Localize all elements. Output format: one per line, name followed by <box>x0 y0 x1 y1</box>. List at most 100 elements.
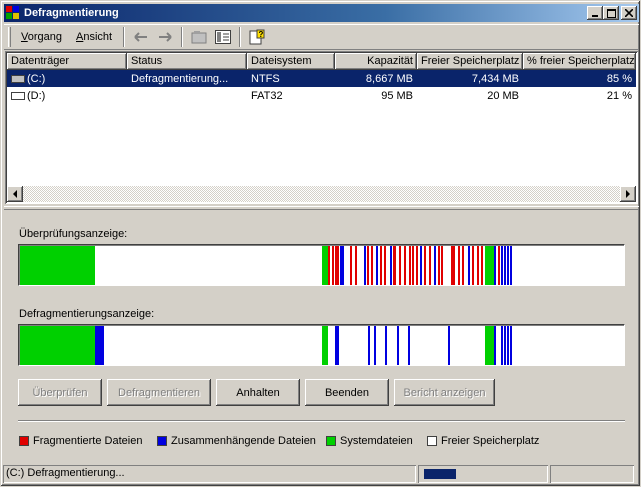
defrag-app-icon <box>6 6 20 20</box>
view-report-button[interactable]: Bericht anzeigen <box>394 379 495 406</box>
column-header-filesystem[interactable]: Dateisystem <box>247 53 335 70</box>
contiguous-cluster-block <box>504 326 506 365</box>
volume-filesystem: NTFS <box>251 72 280 85</box>
contiguous-cluster-block <box>385 326 387 365</box>
contiguous-cluster-block <box>434 246 436 285</box>
contiguous-cluster-block <box>494 246 496 285</box>
menu-toolbar: Vorgang Ansicht ? <box>4 24 639 50</box>
toolbar-grip[interactable] <box>8 27 11 47</box>
defragment-button[interactable]: Defragmentieren <box>107 379 211 406</box>
pane-splitter[interactable] <box>4 206 639 210</box>
fragmented-cluster-block <box>384 246 386 285</box>
legend-divider <box>18 420 625 422</box>
scroll-right-icon <box>626 190 630 198</box>
toolbar-separator <box>181 27 184 47</box>
contiguous-cluster-block <box>420 246 422 285</box>
contiguous-cluster-block <box>501 326 503 365</box>
system-cluster-block <box>485 326 494 365</box>
fragmented-cluster-block <box>441 246 443 285</box>
scrollbar-track[interactable] <box>23 186 620 202</box>
help-icon[interactable]: ? <box>247 27 267 47</box>
minimize-button[interactable] <box>587 6 603 20</box>
volume-percent-free: 85 % <box>606 72 632 85</box>
svg-text:?: ? <box>259 30 264 39</box>
column-header-free-space[interactable]: Freier Speicherplatz <box>417 53 523 70</box>
contiguous-cluster-block <box>468 246 470 285</box>
analysis-display-label: Überprüfungsanzeige: <box>19 228 128 240</box>
fragmented-cluster-block <box>451 246 455 285</box>
contiguous-cluster-block <box>95 326 104 365</box>
toolbar-separator <box>239 27 242 47</box>
defrag-display <box>18 324 625 366</box>
window-title: Defragmentierung <box>24 7 119 19</box>
volume-capacity: 95 MB <box>381 89 413 102</box>
contiguous-cluster-block <box>510 326 512 365</box>
fragmented-cluster-block <box>458 246 460 285</box>
defrag-window: Defragmentierung Vorgang Ansicht ? Daten… <box>0 0 641 487</box>
fragmented-cluster-block <box>337 246 339 285</box>
progress-fill <box>424 469 456 479</box>
stop-button[interactable]: Beenden <box>305 379 389 406</box>
fragmented-cluster-block <box>367 246 369 285</box>
legend-fragmented: Fragmentierte Dateien <box>19 435 142 447</box>
status-pane-empty <box>550 465 634 483</box>
back-arrow-icon[interactable] <box>131 27 151 47</box>
contiguous-cluster-block <box>507 246 509 285</box>
fragmented-cluster-block <box>328 246 330 285</box>
free-space-swatch <box>427 436 437 446</box>
drive-properties-icon[interactable] <box>189 27 209 47</box>
contiguous-cluster-block <box>408 326 410 365</box>
legend-free-space: Freier Speicherplatz <box>427 435 539 447</box>
table-row-d[interactable]: (D:) FAT32 95 MB 20 MB 21 % <box>7 87 636 104</box>
volume-capacity: 8,667 MB <box>365 72 413 85</box>
contiguous-cluster-block <box>397 326 399 365</box>
fragmented-cluster-block <box>481 246 483 285</box>
column-header-capacity[interactable]: Kapazität <box>335 53 417 70</box>
volume-status: Defragmentierung... <box>131 72 229 85</box>
system-cluster-block <box>322 326 328 365</box>
fragmented-cluster-block <box>416 246 418 285</box>
fragmented-cluster-block <box>380 246 382 285</box>
contiguous-swatch <box>157 436 167 446</box>
menu-vorgang[interactable]: Vorgang <box>14 29 69 45</box>
system-swatch <box>326 436 336 446</box>
column-header-percent-free[interactable]: % freier Speicherplatz <box>523 53 636 70</box>
fragmented-cluster-block <box>477 246 479 285</box>
column-header-status[interactable]: Status <box>127 53 247 70</box>
column-header-volume[interactable]: Datenträger <box>7 53 127 70</box>
fragmented-cluster-block <box>404 246 406 285</box>
volume-free-space: 20 MB <box>487 89 519 102</box>
drive-icon <box>11 91 25 100</box>
volume-name: (D:) <box>27 89 46 102</box>
defrag-display-label: Defragmentierungsanzeige: <box>19 308 155 320</box>
forward-arrow-icon[interactable] <box>155 27 175 47</box>
hard-drive-icon <box>11 74 25 83</box>
volume-list[interactable]: Datenträger Status Dateisystem Kapazität… <box>5 51 638 204</box>
contiguous-cluster-block <box>507 326 509 365</box>
analyze-button[interactable]: Überprüfen <box>18 379 102 406</box>
details-view-icon[interactable] <box>213 27 233 47</box>
fragmented-cluster-block <box>332 246 334 285</box>
fragmented-cluster-block <box>462 246 464 285</box>
analysis-display <box>18 244 625 286</box>
contiguous-cluster-block <box>510 246 512 285</box>
close-icon <box>625 9 633 17</box>
close-button[interactable] <box>621 6 637 20</box>
volume-filesystem: FAT32 <box>251 89 283 102</box>
table-row-c[interactable]: (C:) Defragmentierung... NTFS 8,667 MB 7… <box>7 70 636 87</box>
contiguous-cluster-block <box>390 246 392 285</box>
scroll-right-button[interactable] <box>620 186 636 202</box>
fragmented-cluster-block <box>412 246 414 285</box>
maximize-button[interactable] <box>603 6 619 20</box>
menu-ansicht[interactable]: Ansicht <box>69 29 119 45</box>
title-bar[interactable]: Defragmentierung <box>4 4 639 22</box>
minimize-icon <box>592 15 598 17</box>
maximize-icon <box>606 8 616 18</box>
horizontal-scrollbar[interactable] <box>7 186 636 202</box>
scroll-left-button[interactable] <box>7 186 23 202</box>
contiguous-cluster-block <box>340 246 344 285</box>
fragmented-cluster-block <box>355 246 357 285</box>
volume-name: (C:) <box>27 72 46 85</box>
system-cluster-block <box>20 326 95 365</box>
pause-button[interactable]: Anhalten <box>216 379 300 406</box>
